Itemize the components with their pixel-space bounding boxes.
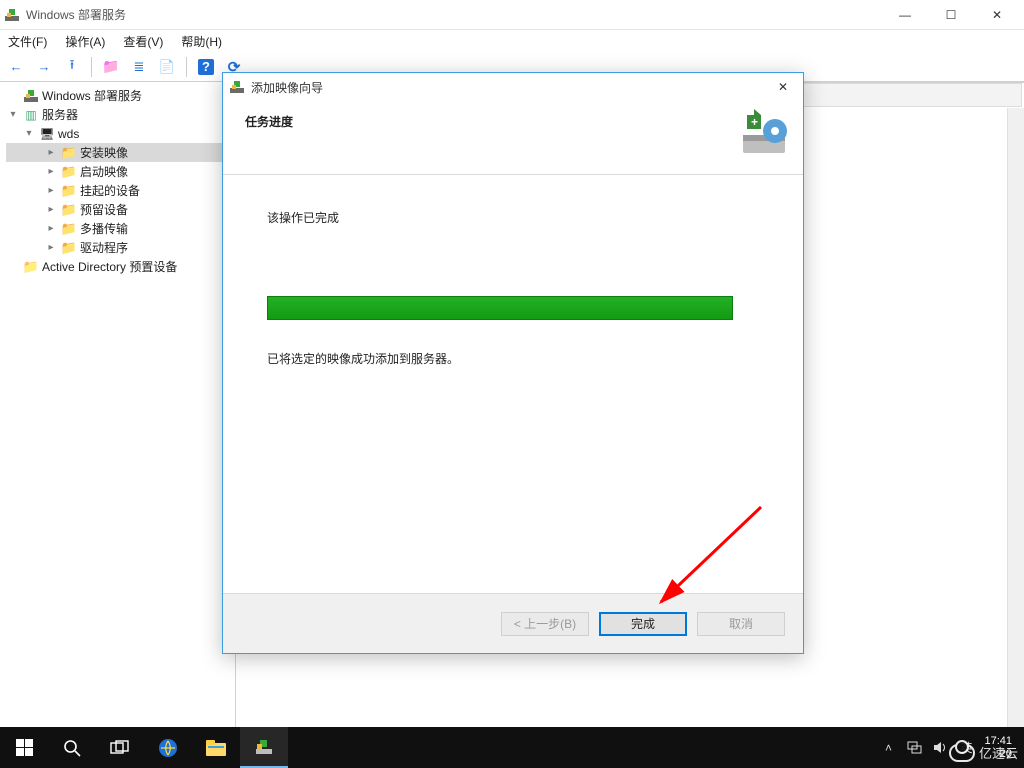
watermark: 亿速云 (949, 743, 1018, 762)
start-button[interactable] (0, 727, 48, 768)
nav-forward-button[interactable] (32, 55, 56, 79)
back-button: < 上一步(B) (501, 612, 589, 636)
menu-action[interactable]: 操作(A) (63, 32, 107, 51)
tree-label: 挂起的设备 (80, 182, 140, 199)
dialog-icon (229, 79, 245, 95)
expander-icon[interactable]: ▸ (44, 223, 58, 234)
tray-chevron-icon[interactable]: ˄ (880, 740, 896, 756)
navigation-tree[interactable]: Windows 部署服务 ▾ 服务器 ▾ wds ▸ 安装映像 ▸ 启动映像 ▸… (0, 82, 236, 727)
dialog-body: 该操作已完成 已将选定的映像成功添加到服务器。 (223, 175, 803, 593)
dialog-headline: 任务进度 (245, 113, 293, 130)
tray-network-icon[interactable] (906, 740, 922, 756)
tree-multicast[interactable]: ▸ 多播传输 (6, 219, 235, 238)
ad-icon (23, 259, 39, 275)
dialog-close-button[interactable]: ✕ (769, 76, 797, 98)
tree-boot-images[interactable]: ▸ 启动映像 (6, 162, 235, 181)
tree-drivers[interactable]: ▸ 驱动程序 (6, 238, 235, 257)
vertical-scrollbar[interactable] (1007, 108, 1024, 727)
tree-label: 安装映像 (80, 144, 128, 161)
tray-volume-icon[interactable] (932, 740, 948, 756)
folder-icon (61, 240, 77, 256)
toolbar-help-button[interactable] (194, 55, 218, 79)
window-title: Windows 部署服务 (26, 6, 126, 23)
tree-label: 服务器 (42, 106, 78, 123)
tree-label: 多播传输 (80, 220, 128, 237)
dialog-titlebar[interactable]: 添加映像向导 ✕ (223, 73, 803, 101)
toolbar-separator (91, 57, 92, 77)
toolbar-list-button[interactable] (127, 55, 151, 79)
menu-help[interactable]: 帮助(H) (179, 32, 224, 51)
watermark-cloud-icon (949, 744, 975, 762)
toolbar-export-button[interactable] (155, 55, 179, 79)
tree-ad-prestaged[interactable]: Active Directory 预置设备 (6, 257, 235, 276)
finish-button[interactable]: 完成 (599, 612, 687, 636)
folder-icon (61, 202, 77, 218)
dialog-header: 任务进度 + (223, 101, 803, 175)
folder-icon (61, 164, 77, 180)
taskbar-explorer[interactable] (192, 727, 240, 768)
dialog-title: 添加映像向导 (251, 79, 323, 96)
tree-pending-devices[interactable]: ▸ 挂起的设备 (6, 181, 235, 200)
operation-status-text: 该操作已完成 (267, 209, 767, 226)
tree-install-images[interactable]: ▸ 安装映像 (6, 143, 235, 162)
progress-bar (267, 296, 733, 320)
window-titlebar: Windows 部署服务 — ☐ ✕ (0, 0, 1024, 30)
operation-result-text: 已将选定的映像成功添加到服务器。 (267, 350, 767, 367)
wds-icon (23, 88, 39, 104)
server-group-icon (23, 107, 39, 123)
tree-label: 启动映像 (80, 163, 128, 180)
watermark-text: 亿速云 (979, 743, 1018, 762)
add-image-wizard-dialog: 添加映像向导 ✕ 任务进度 + 该操作已完成 已将选定的映像成功添加到服务器。 … (222, 72, 804, 654)
window-maximize-button[interactable]: ☐ (928, 0, 974, 30)
taskbar-ie[interactable] (144, 727, 192, 768)
tree-label: 预留设备 (80, 201, 128, 218)
tree-servers[interactable]: ▾ 服务器 (6, 105, 235, 124)
tree-label: wds (58, 127, 79, 141)
taskbar[interactable]: ˄ 英 17:41 20 亿速云 (0, 727, 1024, 768)
taskbar-wds[interactable] (240, 727, 288, 768)
folder-icon (61, 145, 77, 161)
expander-icon[interactable]: ▸ (44, 242, 58, 253)
tree-host[interactable]: ▾ wds (6, 124, 235, 143)
nav-up-button[interactable] (60, 55, 84, 79)
expander-icon[interactable]: ▸ (44, 147, 58, 158)
cancel-button: 取消 (697, 612, 785, 636)
expander-icon[interactable]: ▸ (44, 166, 58, 177)
tree-label: Windows 部署服务 (42, 87, 142, 104)
expander-icon[interactable]: ▸ (44, 204, 58, 215)
toolbar-separator (186, 57, 187, 77)
task-view-button[interactable] (96, 727, 144, 768)
folder-icon (61, 183, 77, 199)
tree-label: 驱动程序 (80, 239, 128, 256)
computer-icon (39, 126, 55, 142)
window-close-button[interactable]: ✕ (974, 0, 1020, 30)
folder-icon (61, 221, 77, 237)
expander-icon[interactable]: ▾ (22, 128, 36, 139)
expander-icon[interactable]: ▾ (6, 109, 20, 120)
wizard-graphic-icon: + (739, 109, 789, 159)
menu-view[interactable]: 查看(V) (121, 32, 165, 51)
menubar: 文件(F) 操作(A) 查看(V) 帮助(H) (0, 30, 1024, 52)
tree-label: Active Directory 预置设备 (42, 258, 177, 275)
window-minimize-button[interactable]: — (882, 0, 928, 30)
tree-prestaged-devices[interactable]: ▸ 预留设备 (6, 200, 235, 219)
toolbar-show-hide-button[interactable] (99, 55, 123, 79)
menu-file[interactable]: 文件(F) (6, 32, 49, 51)
search-button[interactable] (48, 727, 96, 768)
svg-text:+: + (751, 115, 758, 129)
tree-root[interactable]: Windows 部署服务 (6, 86, 235, 105)
app-icon (4, 7, 20, 23)
dialog-footer: < 上一步(B) 完成 取消 (223, 593, 803, 653)
expander-icon[interactable]: ▸ (44, 185, 58, 196)
nav-back-button[interactable] (4, 55, 28, 79)
